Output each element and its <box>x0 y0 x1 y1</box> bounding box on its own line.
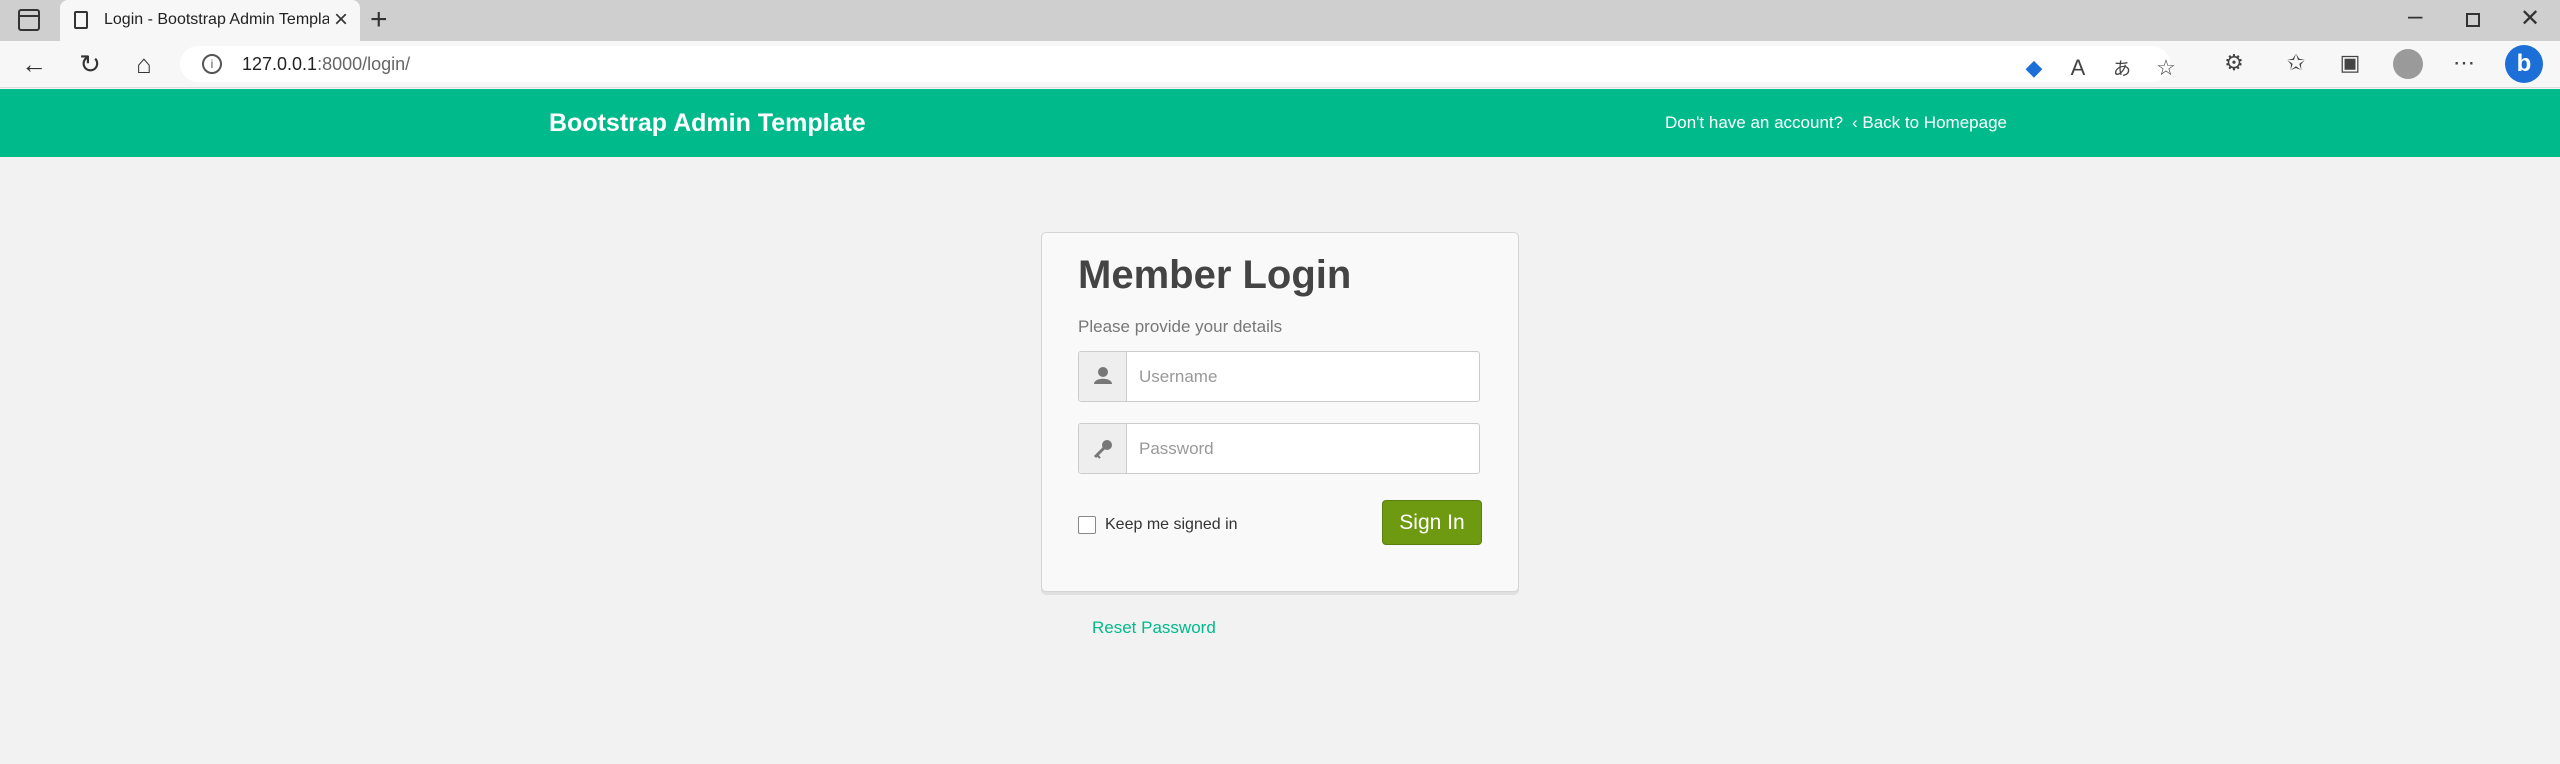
url-host: 127.0.0.1 <box>242 54 318 74</box>
chevron-left-icon: ‹ <box>1852 113 1863 132</box>
remember-checkbox[interactable] <box>1078 516 1096 534</box>
maximize-icon[interactable] <box>2466 13 2480 27</box>
extensions-icon[interactable]: ⚙ <box>2220 50 2248 76</box>
info-icon[interactable]: i <box>202 54 222 74</box>
profile-icon[interactable] <box>2393 49 2423 79</box>
back-arrow-icon[interactable]: ← <box>18 49 50 79</box>
page-title: Member Login <box>1078 253 1352 297</box>
browser-tab[interactable]: Login - Bootstrap Admin Template × <box>60 0 360 41</box>
tab-title: Login - Bootstrap Admin Template <box>104 11 329 28</box>
user-icon <box>1079 352 1127 401</box>
minimize-icon[interactable]: – <box>2408 0 2422 31</box>
plus-icon[interactable]: + <box>370 3 388 37</box>
username-field <box>1078 351 1480 402</box>
url-text: 127.0.0.1:8000/login/ <box>242 54 410 75</box>
back-to-homepage-label: Back to Homepage <box>1862 113 2007 132</box>
login-panel: Member Login Please provide your details… <box>1041 232 1519 592</box>
signup-link[interactable]: Don't have an account? <box>1665 113 1843 133</box>
remember-label[interactable]: Keep me signed in <box>1105 516 1238 534</box>
window-close-icon[interactable]: ✕ <box>2520 4 2540 33</box>
add-favorite-icon[interactable]: ☆ <box>2152 55 2180 81</box>
home-icon[interactable]: ⌂ <box>128 49 160 79</box>
refresh-icon[interactable]: ↻ <box>74 49 106 79</box>
close-icon[interactable]: × <box>334 6 348 34</box>
page-icon <box>74 11 88 29</box>
url-path: :8000/login/ <box>317 54 411 74</box>
translate-icon[interactable]: あ <box>2108 55 2136 81</box>
address-bar[interactable]: i 127.0.0.1:8000/login/ ◆ A あ ☆ <box>180 46 2176 82</box>
browser-toolbar: ← ↻ ⌂ i 127.0.0.1:8000/login/ ◆ A あ ☆ ⚙ … <box>0 41 2560 88</box>
sign-in-button[interactable]: Sign In <box>1382 500 1482 545</box>
bing-icon[interactable]: b <box>2505 45 2543 83</box>
sidebar-icon[interactable] <box>18 9 40 31</box>
login-subtitle: Please provide your details <box>1078 317 1283 336</box>
password-input[interactable] <box>1139 436 1469 462</box>
collections-icon[interactable]: ▣ <box>2336 50 2364 76</box>
brand-title[interactable]: Bootstrap Admin Template <box>549 109 866 138</box>
tag-icon[interactable]: ◆ <box>2020 55 2048 81</box>
browser-tab-bar: Login - Bootstrap Admin Template × + – ✕ <box>0 0 2560 41</box>
username-input[interactable] <box>1139 364 1469 390</box>
reset-password-link[interactable]: Reset Password <box>1092 618 1216 638</box>
back-to-homepage-link[interactable]: ‹ Back to Homepage <box>1852 113 2007 133</box>
favorites-icon[interactable]: ✩ <box>2282 50 2310 76</box>
password-field <box>1078 423 1480 474</box>
read-aloud-icon[interactable]: A <box>2064 55 2092 81</box>
site-navbar: Bootstrap Admin Template Don't have an a… <box>0 89 2560 157</box>
more-icon[interactable]: ⋯ <box>2450 50 2478 76</box>
key-icon <box>1079 424 1127 473</box>
